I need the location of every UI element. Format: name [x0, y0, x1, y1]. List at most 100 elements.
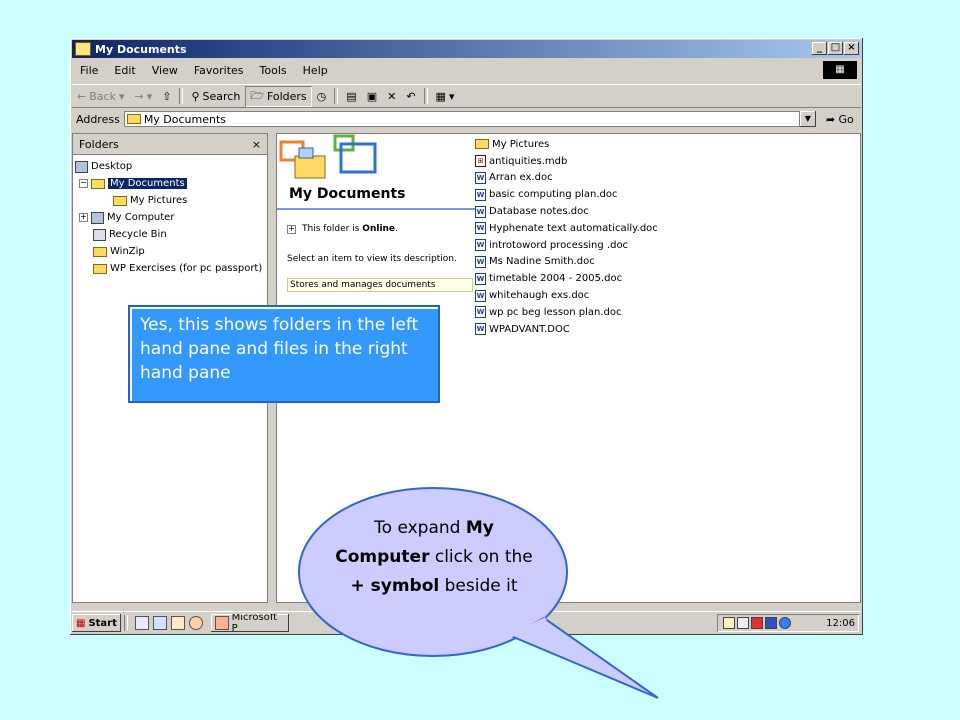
move-to-button[interactable]: ▤ — [341, 89, 361, 104]
taskbar-divider — [123, 615, 128, 631]
start-button[interactable]: ▦ Start — [72, 614, 121, 632]
expand-toggle[interactable]: + — [287, 224, 296, 234]
close-button[interactable]: × — [844, 42, 859, 55]
go-arrow-icon: ➦ — [825, 112, 836, 126]
copy-to-button[interactable]: ▣ — [362, 89, 382, 104]
list-item[interactable]: Wbasic computing plan.doc — [475, 186, 658, 203]
back-arrow-icon: ← — [77, 89, 87, 103]
folders-button[interactable]: 🗁 Folders — [245, 86, 311, 107]
search-button[interactable]: ⚲ Search — [186, 89, 245, 104]
delete-button[interactable]: ✕ — [382, 89, 401, 104]
tree-item-wp-exercises[interactable]: WP Exercises (for pc passport) — [73, 260, 267, 277]
views-button[interactable]: ▦ ▾ — [431, 89, 460, 104]
tree-item-label: Desktop — [91, 161, 133, 172]
folders-pane-close-button[interactable]: × — [252, 138, 261, 151]
maximize-button[interactable]: □ — [828, 42, 843, 55]
callout-text: To expand My Computer click on the + sym… — [330, 514, 538, 601]
display-icon[interactable] — [765, 617, 777, 629]
file-name: timetable 2004 - 2005.doc — [489, 273, 623, 285]
list-item[interactable]: ⊞ antiquities.mdb — [475, 153, 658, 170]
tree-item-label: My Pictures — [130, 195, 188, 206]
address-input[interactable]: My Documents — [123, 111, 800, 127]
list-item[interactable]: Wtimetable 2004 - 2005.doc — [475, 270, 658, 287]
go-label: Go — [838, 112, 854, 126]
tree-item-my-computer[interactable]: + My Computer — [73, 209, 267, 226]
delete-icon: ✕ — [387, 89, 397, 103]
views-icon: ▦ — [435, 89, 446, 103]
list-item[interactable]: Wintrotoword processing .doc — [475, 237, 658, 254]
antivirus-icon[interactable] — [751, 617, 763, 629]
menu-edit[interactable]: Edit — [106, 64, 143, 77]
menu-favorites[interactable]: Favorites — [186, 64, 252, 77]
menu-help[interactable]: Help — [295, 64, 336, 77]
toolbar-divider — [179, 88, 184, 104]
undo-icon: ↶ — [406, 89, 416, 103]
menu-bar: File Edit View Favorites Tools Help — [72, 60, 861, 80]
address-dropdown-button[interactable]: ▼ — [799, 111, 816, 127]
internet-explorer-icon[interactable] — [152, 616, 167, 630]
tree-item-label: WP Exercises (for pc passport) — [110, 263, 263, 274]
online-suffix: . — [395, 224, 398, 234]
collapse-toggle[interactable]: − — [79, 179, 88, 188]
word-document-icon: W — [475, 289, 486, 302]
tree-item-label: My Documents — [108, 178, 187, 189]
folders-icon: 🗁 — [250, 88, 264, 102]
move-to-icon: ▤ — [346, 89, 357, 103]
undo-button[interactable]: ↶ — [401, 89, 420, 104]
list-item[interactable]: Wwhitehaugh exs.doc — [475, 287, 658, 304]
menu-view[interactable]: View — [144, 64, 186, 77]
tree-item-desktop[interactable]: Desktop — [73, 158, 267, 175]
file-name: WPADVANT.DOC — [489, 323, 570, 335]
select-hint: Select an item to view its description. — [287, 254, 457, 264]
file-name: Arran ex.doc — [489, 172, 553, 184]
minimize-button[interactable]: _ — [812, 42, 827, 55]
folder-info-panel: My Documents + This folder is Online. Se… — [277, 134, 475, 304]
toolbar: ← Back ▾ → ▾ ⇧ ⚲ Search 🗁 Folders ◷ ▤ ▣ … — [72, 84, 861, 108]
search-label: Search — [202, 89, 241, 103]
search-icon: ⚲ — [191, 89, 200, 103]
list-item[interactable]: Wwp pc beg lesson plan.doc — [475, 304, 658, 321]
expand-toggle[interactable]: + — [79, 213, 88, 222]
address-bar: Address My Documents ▼ ➦ Go — [72, 108, 861, 130]
folder-icon — [93, 263, 107, 274]
tree-item-recycle-bin[interactable]: Recycle Bin — [73, 226, 267, 243]
tree-item-my-documents[interactable]: − My Documents — [73, 175, 267, 192]
list-item[interactable]: W Arran ex.doc — [475, 170, 658, 187]
list-item[interactable]: My Pictures — [475, 136, 658, 153]
list-item[interactable]: W Ms Nadine Smith.doc — [475, 254, 658, 271]
media-player-icon[interactable] — [188, 616, 203, 630]
system-tray: 12:06 — [717, 614, 859, 632]
tree-item-winzip[interactable]: WinZip — [73, 243, 267, 260]
word-document-icon: W — [475, 306, 486, 319]
file-name: Database notes.doc — [489, 206, 589, 218]
title-bar[interactable]: My Documents _ □ × — [72, 40, 861, 58]
folders-label: Folders — [266, 89, 307, 103]
messenger-icon[interactable] — [779, 617, 791, 629]
powerpoint-icon — [214, 616, 229, 630]
show-desktop-icon[interactable] — [134, 616, 149, 630]
copy-to-icon: ▣ — [366, 89, 378, 103]
address-label: Address — [76, 112, 120, 126]
tree-item-label: My Computer — [107, 212, 175, 223]
outlook-express-icon[interactable] — [170, 616, 185, 630]
tree-item-my-pictures[interactable]: My Pictures — [73, 192, 267, 209]
go-button[interactable]: ➦ Go — [816, 113, 854, 126]
up-folder-icon: ⇧ — [162, 89, 172, 103]
callout-folders-explanation: Yes, this shows folders in the left hand… — [128, 305, 440, 403]
network-icon[interactable] — [723, 617, 735, 629]
taskbar-task-powerpoint[interactable]: Microsoft P — [211, 614, 289, 632]
menu-file[interactable]: File — [72, 64, 106, 77]
history-icon: ◷ — [316, 89, 327, 103]
list-item[interactable]: W Hyphenate text automatically.doc — [475, 220, 658, 237]
menu-tools[interactable]: Tools — [252, 64, 295, 77]
folder-icon — [75, 42, 91, 56]
list-item[interactable]: W WPADVANT.DOC — [475, 321, 658, 338]
history-button[interactable]: ◷ — [312, 89, 332, 104]
up-folder-button[interactable]: ⇧ — [157, 89, 176, 104]
list-item[interactable]: W Database notes.doc — [475, 203, 658, 220]
forward-button[interactable]: → ▾ — [129, 89, 157, 104]
back-button[interactable]: ← Back ▾ — [72, 89, 129, 104]
folder-icon — [475, 139, 489, 150]
volume-icon[interactable] — [737, 617, 749, 629]
back-label: Back — [89, 89, 116, 103]
